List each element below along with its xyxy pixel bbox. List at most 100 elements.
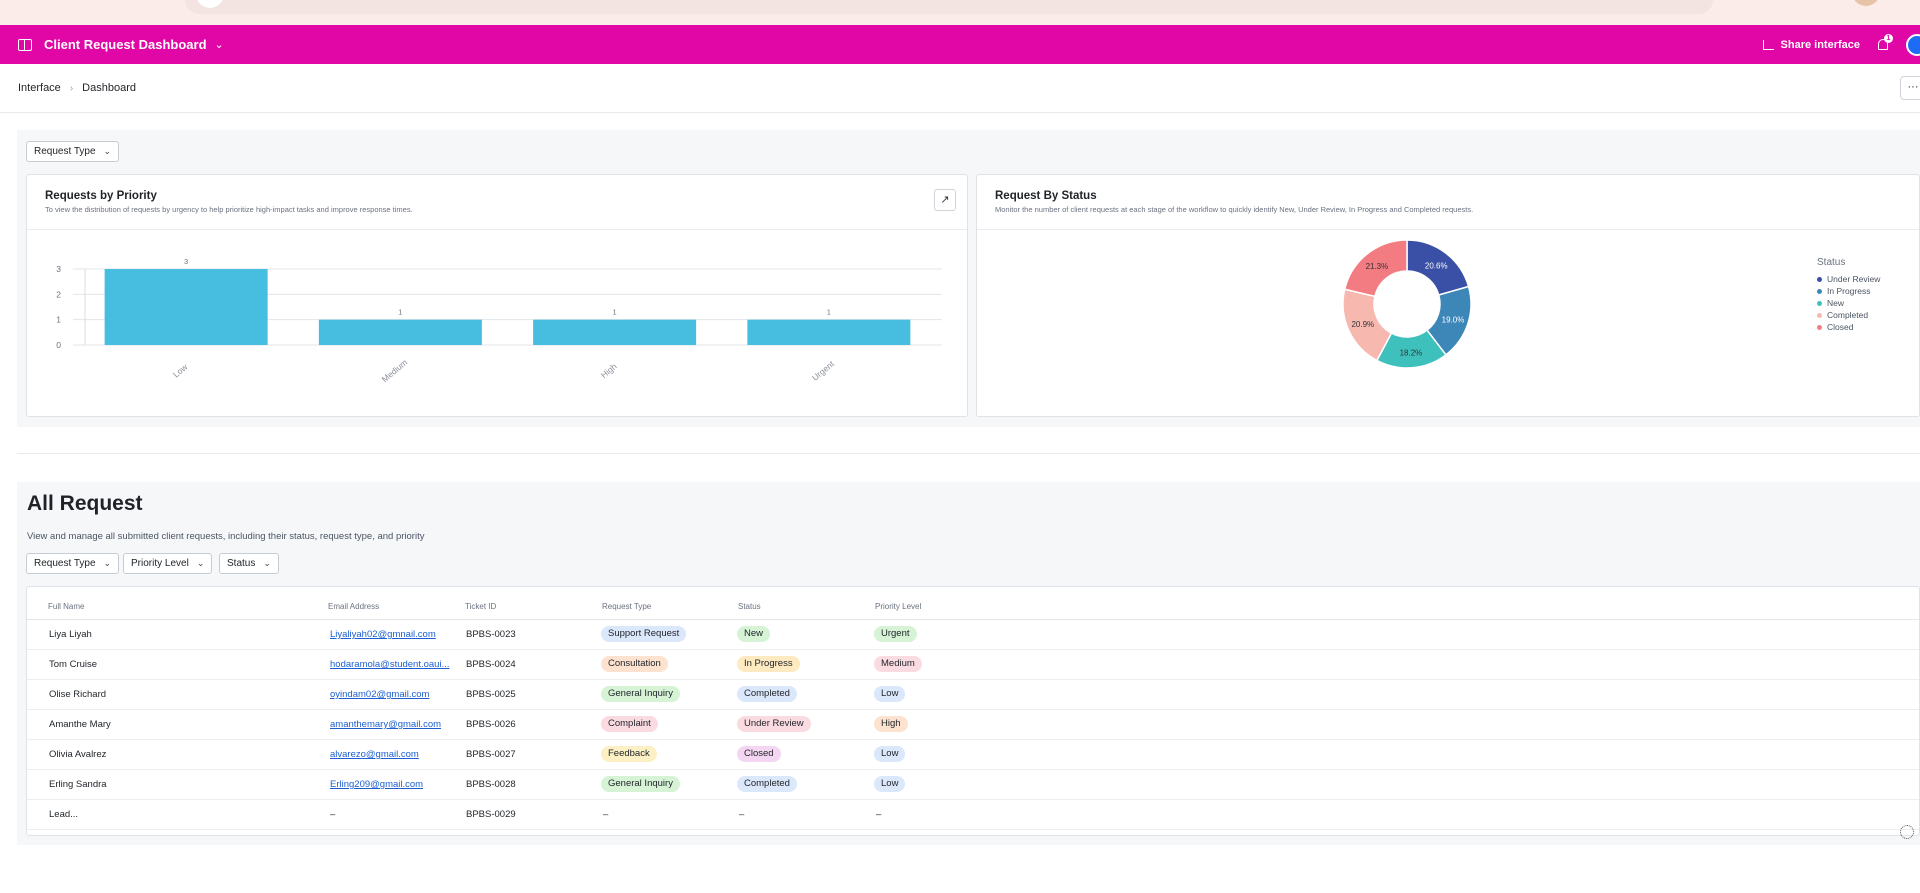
table-row[interactable]: Liya Liyah Liyaliyah02@gmnail.com BPBS-002… [27,620,1919,650]
slice-label: 19.0% [1442,315,1465,324]
column-header-ticket-id[interactable]: Ticket ID [465,602,496,611]
priority-bar-chart: 0 1 2 3 3 Low 1 Medium 1 High 1 Urgent [56,257,942,384]
y-tick-label: 0 [56,340,61,350]
section-divider [17,453,1920,454]
cell-priority: – [876,809,882,820]
cell-priority: Urgent [874,626,917,642]
chevron-right-icon: › [69,82,74,94]
browser-chrome [0,0,1920,25]
column-header-request-type[interactable]: Request Type [602,602,651,611]
bar [104,269,268,345]
bar-value-label: 1 [827,308,831,317]
section-subtitle: View and manage all submitted client req… [27,531,425,542]
bar [747,319,911,345]
share-interface-button[interactable]: Share interface [1762,39,1860,51]
cell-status: New [737,626,771,642]
bar-value-label: 3 [184,257,188,266]
app-title[interactable]: Client Request Dashboard [44,37,207,52]
chevron-down-icon: ⌄ [103,146,112,156]
filter-label: Request Type [34,146,96,157]
breadcrumb-dashboard[interactable]: Dashboard [82,82,136,94]
x-tick-label: Medium [380,357,410,384]
cell-ticket-id: BPBS-0023 [466,629,516,640]
requests-table: Full Name Email Address Ticket ID Reques… [26,586,1920,836]
y-tick-label: 1 [56,315,61,325]
address-bar[interactable] [185,0,1713,14]
legend-label: Completed [1827,310,1869,320]
cell-ticket-id: BPBS-0029 [466,809,516,820]
table-row[interactable]: Erling Sandra Erling209@gmail.com BPBS-002… [27,770,1919,800]
legend-item[interactable]: In Progress [1817,285,1880,297]
chevron-down-icon: ⌄ [103,558,112,568]
cell-status: In Progress [737,656,800,672]
user-avatar[interactable] [1906,33,1920,56]
bar-value-label: 1 [398,308,402,317]
slice-label: 21.3% [1366,262,1389,271]
status-filter[interactable]: Status ⌄ [219,553,279,574]
column-header-full-name[interactable]: Full Name [48,602,84,611]
legend-item[interactable]: Closed [1817,321,1880,333]
legend-item[interactable]: New [1817,297,1880,309]
cell-email-link[interactable]: – [330,809,335,820]
cell-email-link[interactable]: Erling209@gmail.com [330,779,423,790]
cell-request-type: General Inquiry [601,776,680,792]
chevron-down-icon[interactable]: ⌄ [215,38,224,51]
expand-icon[interactable]: ↗ [934,189,956,211]
share-icon [1762,39,1774,50]
more-options-button[interactable]: ··· [1900,76,1920,100]
cell-priority: Medium [874,656,922,672]
cell-email-link[interactable]: oyindam02@gmail.com [330,689,429,700]
request-type-filter[interactable]: Request Type ⌄ [26,141,120,162]
legend-item[interactable]: Completed [1817,309,1880,321]
x-tick-label: Urgent [810,358,836,382]
cell-status: Completed [737,776,797,792]
cell-email-link[interactable]: amanthemary@gmail.com [330,719,441,730]
cell-status: – [739,809,745,820]
cell-full-name: Tom Cruise [49,659,98,670]
breadcrumb-interface[interactable]: Interface [18,82,61,94]
request-type-filter[interactable]: Request Type ⌄ [26,553,120,574]
table-row[interactable]: Olivia Avalrez alvarezo@gmail.com BPBS-002… [27,740,1919,770]
priority-chart-title: Requests by Priority [45,190,157,202]
bar-value-label: 1 [613,308,617,317]
legend-label: In Progress [1827,286,1871,296]
cell-status: Under Review [737,716,811,732]
y-tick-label: 2 [56,289,61,299]
legend-title: Status [1817,257,1846,268]
table-row[interactable]: Amanthe Mary amanthemary@gmail.com BPBS-00… [27,710,1919,740]
priority-level-filter[interactable]: Priority Level ⌄ [123,553,213,574]
column-header-status[interactable]: Status [738,602,761,611]
browser-profile-avatar[interactable] [1852,0,1880,6]
priority-chart-subtitle: To view the distribution of requests by … [45,205,413,214]
cell-full-name: Amanthe Mary [49,719,111,730]
cell-email-link[interactable]: alvarezo@gmail.com [330,749,419,760]
cell-ticket-id: BPBS-0026 [466,719,516,730]
table-header: Full Name Email Address Ticket ID Reques… [27,587,1919,620]
column-header-priority[interactable]: Priority Level [875,602,921,611]
cell-ticket-id: BPBS-0028 [466,779,516,790]
card-divider [27,229,967,230]
breadcrumb: Interface › Dashboard ··· [0,64,1920,113]
table-row[interactable]: Tom Cruise hodaramola@student.oaui... BPBS… [27,650,1919,680]
cell-priority: Low [874,776,906,792]
cell-request-type: – [603,809,609,820]
notification-bell-icon[interactable]: 1 [1878,34,1893,50]
cell-email-link[interactable]: Liyaliyah02@gmnail.com [330,629,436,640]
cell-full-name: Erling Sandra [49,779,107,790]
cell-full-name: Lead... [49,809,79,820]
book-icon [18,38,32,51]
filter-label: Request Type [34,558,96,569]
section-title: All Request [27,492,143,515]
cell-priority: High [874,716,908,732]
column-header-email[interactable]: Email Address [328,602,379,611]
legend-label: Under Review [1827,274,1881,284]
table-row[interactable]: Lead... – BPBS-0029 – – – [27,800,1919,830]
cell-email-link[interactable]: hodaramola@student.oaui... [330,659,450,670]
status-legend: Status Under Review In Progress New Complet… [1817,257,1880,333]
slice-label: 18.2% [1400,348,1423,357]
legend-swatch [1817,288,1822,294]
table-row[interactable]: Olise Richard oyindam02@gmail.com BPBS-002… [27,680,1919,710]
legend-item[interactable]: Under Review [1817,273,1880,285]
legend-swatch [1817,324,1822,330]
cell-ticket-id: BPBS-0024 [466,659,516,670]
